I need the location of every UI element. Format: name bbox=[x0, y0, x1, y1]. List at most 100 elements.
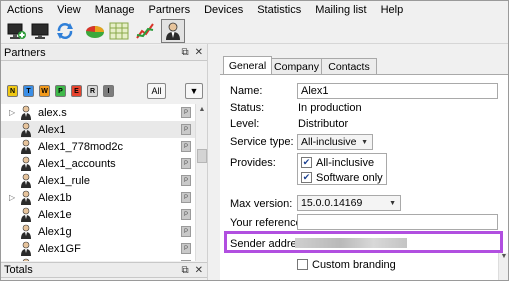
app-window: Actions View Manage Partners Devices Sta… bbox=[0, 0, 509, 281]
provides-label: Provides: bbox=[230, 157, 276, 169]
partner-type-badge: P bbox=[181, 243, 191, 254]
status-label: Status: bbox=[230, 102, 265, 114]
filter-n-button[interactable]: N bbox=[7, 85, 18, 97]
pie-chart-icon[interactable] bbox=[85, 21, 105, 41]
all-inclusive-checkbox[interactable]: ✔ bbox=[301, 157, 312, 168]
float-pane-icon[interactable]: ⧉ bbox=[181, 47, 188, 58]
filter-p-button[interactable]: P bbox=[55, 85, 66, 97]
refresh-icon[interactable] bbox=[55, 21, 75, 41]
level-label: Level: bbox=[230, 118, 260, 130]
partners-pane-title: Partners bbox=[4, 46, 46, 59]
partner-list-scrollbar[interactable]: ▲ bbox=[195, 104, 207, 261]
partner-type-badge: P bbox=[181, 175, 191, 186]
menu-partners[interactable]: Partners bbox=[149, 4, 191, 16]
expand-arrow-icon[interactable]: ▷ bbox=[9, 193, 15, 202]
partner-name: Alex1 bbox=[38, 123, 66, 136]
filter-all-button[interactable]: All bbox=[147, 83, 166, 99]
float-pane-icon[interactable]: ⧉ bbox=[181, 265, 188, 276]
partner-list-item[interactable]: Alex1_rule P bbox=[1, 172, 207, 189]
provides-all-inclusive[interactable]: ✔ All-inclusive bbox=[301, 155, 374, 170]
toolbar bbox=[1, 18, 508, 44]
partner-filter-bar: N T W P E R I All ▼ bbox=[1, 80, 207, 102]
max-version-select[interactable]: 15.0.0.14169 ▼ bbox=[297, 195, 401, 211]
menu-mailing-list[interactable]: Mailing list bbox=[315, 4, 366, 16]
custom-branding-checkbox[interactable] bbox=[297, 259, 308, 270]
partner-list-item[interactable]: Alex1_accounts P bbox=[1, 155, 207, 172]
provides-software-only[interactable]: ✔ Software only bbox=[301, 170, 383, 185]
table-icon[interactable] bbox=[109, 21, 129, 41]
partner-name: Alex1GF bbox=[38, 242, 81, 255]
tab-contacts[interactable]: Contacts bbox=[321, 58, 377, 74]
filter-dropdown-button[interactable]: ▼ bbox=[185, 83, 203, 99]
line-chart-icon[interactable] bbox=[135, 21, 155, 41]
your-reference-label: Your reference: bbox=[230, 217, 305, 229]
pane-splitter[interactable] bbox=[207, 44, 220, 280]
partner-list-item[interactable]: Alex1e P bbox=[1, 206, 207, 223]
close-pane-icon[interactable]: ✕ bbox=[195, 47, 203, 58]
provides-checkbox-group: ✔ All-inclusive ✔ Software only bbox=[297, 153, 387, 185]
partner-user-icon bbox=[21, 156, 31, 171]
partner-name: Alex1b bbox=[38, 191, 72, 204]
partner-user-icon bbox=[21, 173, 31, 188]
your-reference-field[interactable] bbox=[297, 214, 498, 230]
menu-help[interactable]: Help bbox=[381, 4, 404, 16]
scroll-thumb[interactable] bbox=[197, 149, 207, 163]
monitor-add-icon[interactable] bbox=[7, 21, 27, 41]
partner-type-badge: P bbox=[181, 260, 191, 261]
partner-type-badge: P bbox=[181, 124, 191, 135]
service-type-select[interactable]: All-inclusive ▼ bbox=[297, 134, 373, 150]
menu-devices[interactable]: Devices bbox=[204, 4, 243, 16]
software-only-checkbox[interactable]: ✔ bbox=[301, 172, 312, 183]
partner-list-item[interactable]: Alex1i P bbox=[1, 257, 207, 261]
partner-list-item[interactable]: Alex1_778mod2c P bbox=[1, 138, 207, 155]
partner-name: Alex1g bbox=[38, 225, 72, 238]
partner-type-badge: P bbox=[181, 226, 191, 237]
sender-address-value-redacted[interactable] bbox=[295, 238, 407, 248]
expand-arrow-icon[interactable]: ▷ bbox=[9, 108, 15, 117]
filter-r-button[interactable]: R bbox=[87, 85, 98, 97]
monitor-icon[interactable] bbox=[31, 21, 51, 41]
chevron-down-icon: ▼ bbox=[389, 200, 396, 207]
partner-user-icon bbox=[21, 207, 31, 222]
name-field[interactable]: Alex1 bbox=[297, 83, 498, 99]
partner-name: Alex1e bbox=[38, 208, 72, 221]
partner-user-icon bbox=[21, 190, 31, 205]
tab-company[interactable]: Company bbox=[271, 58, 322, 74]
partner-user-icon bbox=[21, 122, 31, 137]
partner-list-item[interactable]: Alex1GF P bbox=[1, 240, 207, 257]
menu-manage[interactable]: Manage bbox=[95, 4, 135, 16]
detail-scrollbar[interactable]: ▼ bbox=[498, 253, 508, 280]
partners-pane-header: Partners ⧉ ✕ bbox=[1, 45, 207, 61]
filter-i-button[interactable]: I bbox=[103, 85, 114, 97]
partner-user-icon bbox=[21, 241, 31, 256]
tab-general[interactable]: General bbox=[223, 56, 272, 75]
partner-list: ▷ alex.s P Alex1 P Alex1_778mod2c P Alex1_accou… bbox=[1, 104, 207, 261]
close-pane-icon[interactable]: ✕ bbox=[195, 265, 203, 276]
partner-user-icon bbox=[21, 105, 31, 120]
filter-e-button[interactable]: E bbox=[71, 85, 82, 97]
filter-w-button[interactable]: W bbox=[39, 85, 50, 97]
user-button[interactable] bbox=[161, 19, 185, 43]
partner-name: Alex1_accounts bbox=[38, 157, 116, 170]
partner-type-badge: P bbox=[181, 158, 191, 169]
partner-list-item[interactable]: Alex1 P bbox=[1, 121, 207, 138]
partner-name: Alex1_rule bbox=[38, 174, 90, 187]
menu-statistics[interactable]: Statistics bbox=[257, 4, 301, 16]
max-version-label: Max version: bbox=[230, 198, 293, 210]
menu-view[interactable]: View bbox=[57, 4, 81, 16]
totals-pane-header: Totals ⧉ ✕ bbox=[1, 262, 207, 278]
partner-name: Alex1i bbox=[38, 260, 68, 262]
partner-list-item[interactable]: ▷ alex.s P bbox=[1, 104, 207, 121]
name-label: Name: bbox=[230, 85, 263, 97]
partner-type-badge: P bbox=[181, 107, 191, 118]
partner-list-item[interactable]: Alex1g P bbox=[1, 223, 207, 240]
menu-actions[interactable]: Actions bbox=[7, 4, 43, 16]
level-value: Distributor bbox=[298, 118, 349, 130]
filter-t-button[interactable]: T bbox=[23, 85, 34, 97]
custom-branding-option[interactable]: Custom branding bbox=[297, 257, 396, 272]
partner-list-item[interactable]: ▷ Alex1b P bbox=[1, 189, 207, 206]
chevron-down-icon: ▼ bbox=[189, 86, 199, 96]
partner-type-badge: P bbox=[181, 192, 191, 203]
partner-type-badge: P bbox=[181, 209, 191, 220]
partner-user-icon bbox=[21, 224, 31, 239]
